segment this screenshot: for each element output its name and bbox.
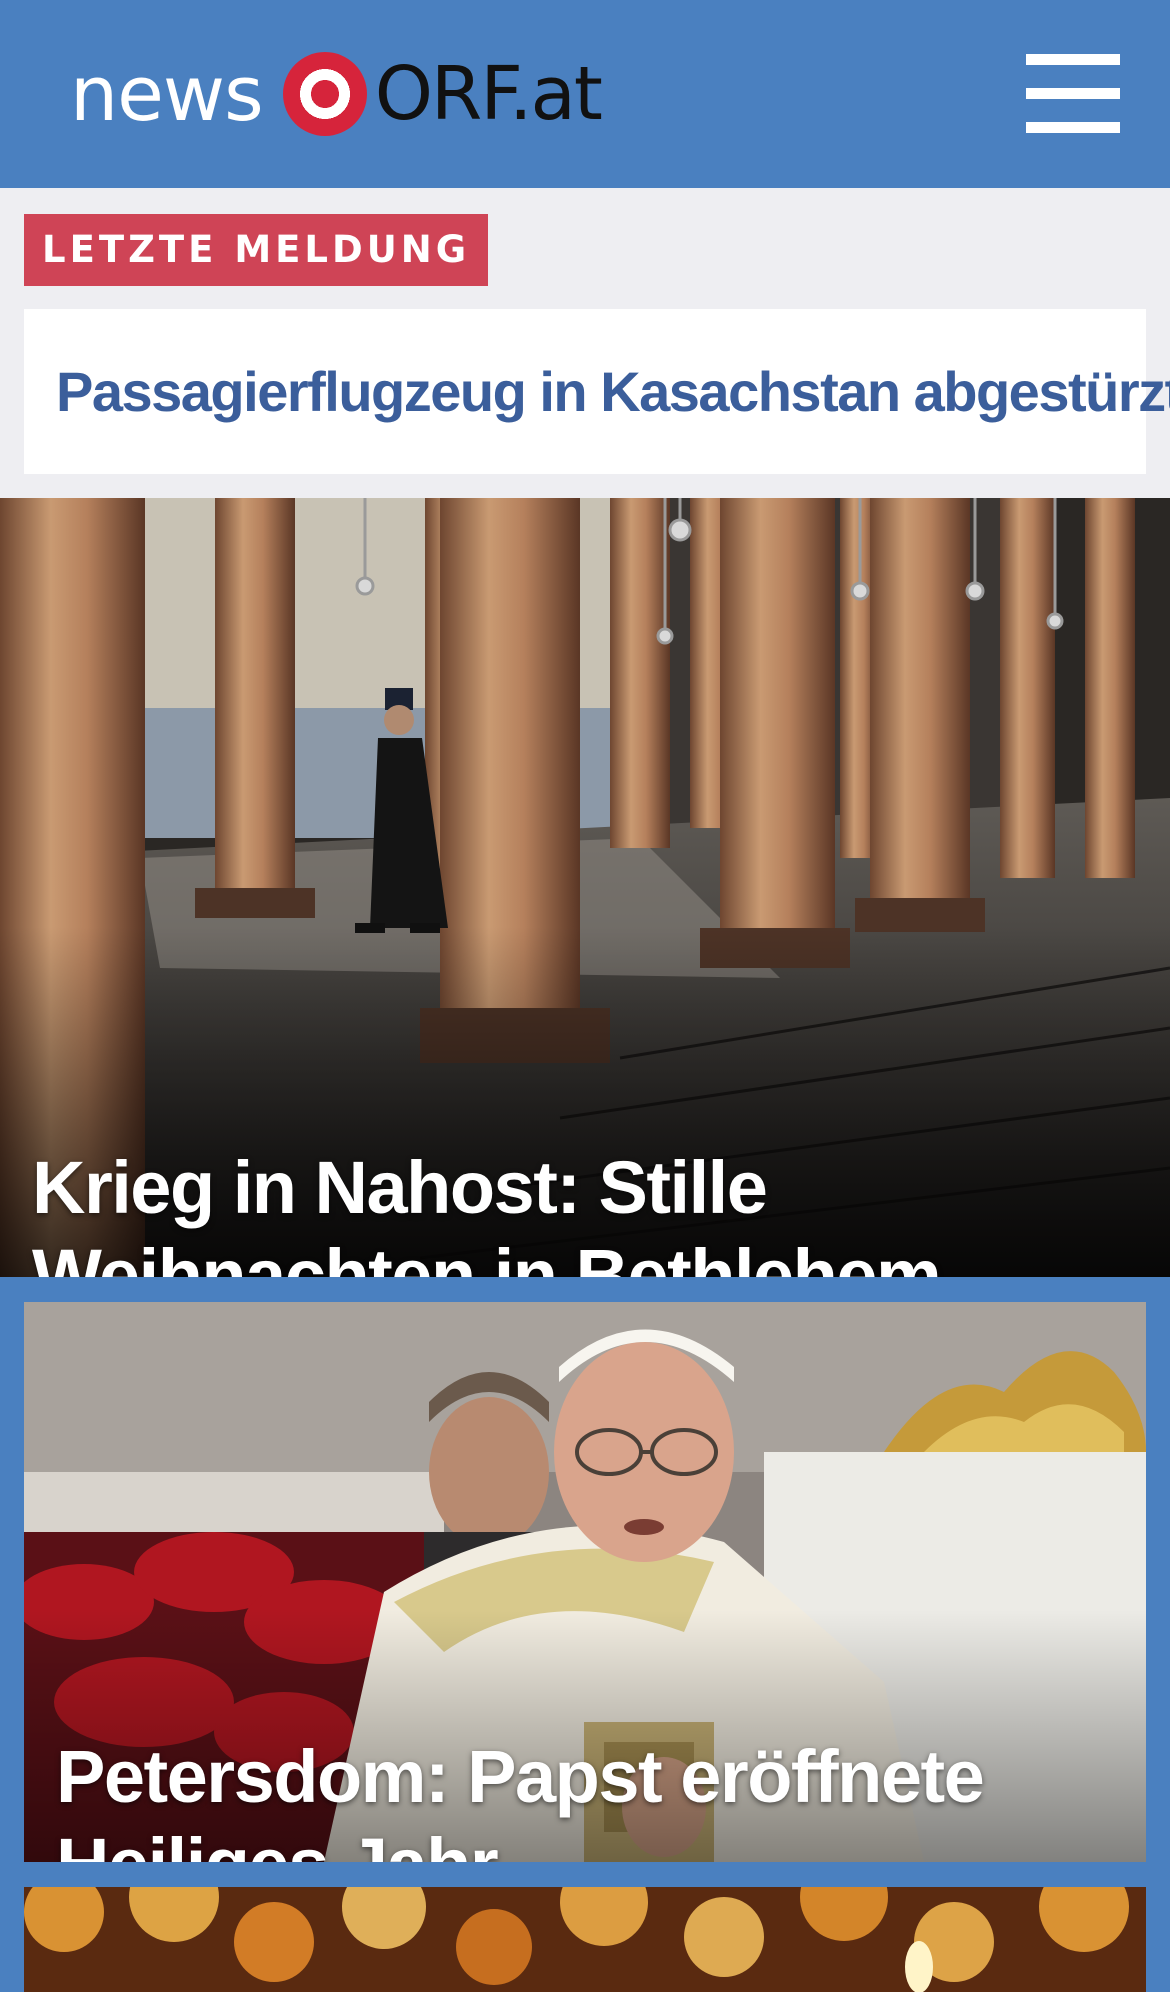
breaking-news-badge: LETZTE MELDUNG: [24, 214, 489, 286]
hamburger-menu-icon[interactable]: [1024, 52, 1124, 136]
story-card-bethlehem[interactable]: Krieg in Nahost: Stille Weihnachten in B…: [0, 498, 1170, 1277]
logo-news-text: news: [70, 49, 264, 138]
breaking-news-headline[interactable]: Passagierflugzeug in Kasachstan abgestür…: [56, 359, 1170, 424]
site-header: news ORF.at: [0, 0, 1170, 188]
story-image-candles: [24, 1887, 1146, 1992]
news-orf-logo[interactable]: news ORF.at: [70, 48, 603, 140]
breaking-news-section: LETZTE MELDUNG Passagierflugzeug in Kasa…: [0, 188, 1170, 498]
story-card-pope[interactable]: Petersdom: Papst eröffnete Heiliges Jahr: [24, 1302, 1146, 1862]
menu-bar: [1026, 88, 1120, 99]
story-card-candles[interactable]: [24, 1887, 1146, 1992]
story-headline-bethlehem[interactable]: Krieg in Nahost: Stille Weihnachten in B…: [32, 1144, 1142, 1277]
story-headline-pope[interactable]: Petersdom: Papst eröffnete Heiliges Jahr: [56, 1733, 1136, 1862]
breaking-news-card[interactable]: Passagierflugzeug in Kasachstan abgestür…: [24, 309, 1170, 474]
orf-ring-icon: [282, 52, 367, 136]
menu-bar: [1026, 122, 1120, 133]
menu-bar: [1026, 54, 1120, 65]
logo-orf-text: ORF.at: [374, 51, 603, 137]
